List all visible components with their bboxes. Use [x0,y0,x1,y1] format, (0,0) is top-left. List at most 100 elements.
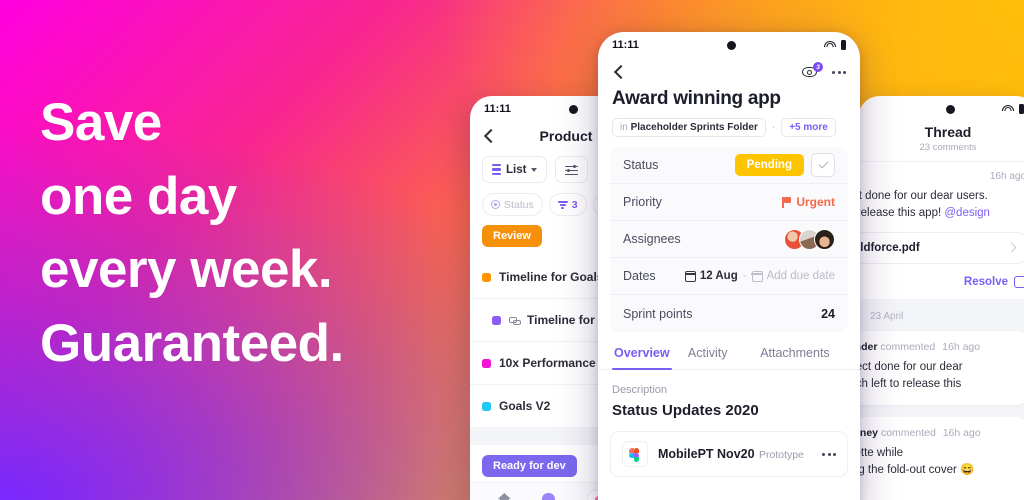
chevron-left-icon[interactable] [482,129,496,143]
breadcrumb-folder[interactable]: in Placeholder Sprints Folder [612,118,766,137]
funnel-icon [557,200,568,209]
comment-timestamp: 16h ago [942,340,981,353]
thread-title: Thread [924,124,972,140]
status-time: 11:11 [484,103,511,115]
comment-action: commented [880,340,936,353]
battery-icon [1019,104,1024,114]
breadcrumb-more-button[interactable]: +5 more [781,118,836,137]
attachment-card[interactable]: buildforce.pdf [858,231,1024,264]
resolve-label: Resolve [963,275,1008,288]
flag-icon [782,196,791,208]
home-icon[interactable] [497,493,511,500]
thread-header: Thread 23 comments [858,122,1024,161]
headline-line-3: every week. [40,240,333,300]
list-view-icon [492,163,501,176]
task-detail-card: Status Pending Priority Urgent Assignees [610,147,848,332]
tab-overview[interactable]: Overview [612,342,672,370]
status-square-icon [482,272,491,282]
mention-link[interactable]: @design [944,207,990,219]
promo-banner: Save one day every week. Guaranteed. 11:… [0,0,1024,500]
page-title: Save one day every week. Guaranteed. [40,95,344,371]
filter-chip-status[interactable]: Status [482,193,543,216]
row-dates: Dates 12 Aug - Add due date [610,258,848,295]
add-reaction-icon[interactable]: ☺+ [858,487,1015,499]
comment-line-2: hing the fold-out cover 😄 [858,464,975,477]
tab-activity[interactable]: Activity [672,342,744,369]
priority-value[interactable]: Urgent [782,195,835,209]
avatar [814,228,835,250]
comment-line-1: ssette while [858,447,904,459]
message-line-1: ject done for our dear users. [858,190,988,202]
more-horizontal-icon[interactable] [822,452,836,456]
attachment-meta: MobilePT Nov20 Prototype [658,445,812,463]
date-dash: - [742,270,747,282]
calendar-icon [751,270,763,282]
battery-icon [841,40,846,50]
filter-chip-label: Status [504,198,534,211]
comment-item[interactable]: xander commented 16h ago roject done for… [858,330,1024,405]
group-tag-ready-for-dev[interactable]: Ready for dev [482,455,577,477]
thread-comment-count: 23 comments [919,142,977,153]
attachment-name: MobilePT Nov20 [658,447,755,461]
notifications-icon[interactable] [542,493,556,500]
list-item-label: Goals V2 [499,399,551,413]
checkmark-icon[interactable] [811,153,835,177]
row-label: Priority [623,195,662,209]
resolve-button[interactable]: Resolve [963,275,1024,288]
message-body: ject done for our dear users. to release… [858,188,1024,223]
breadcrumb-folder-name: Placeholder Sprints Folder [630,122,758,133]
description-label: Description [612,384,668,396]
add-due-date-button[interactable]: Add due date [751,270,835,282]
comment-action: commented [880,427,936,439]
eye-watchers-icon[interactable]: 3 [802,62,823,80]
more-horizontal-icon[interactable] [832,70,846,74]
camera-dot-icon [898,104,1002,114]
message-timestamp: 16h ago [989,171,1024,182]
tab-attachments[interactable]: Attachments [744,342,846,369]
description-title: Status Updates 2020 [612,402,759,419]
list-view-button[interactable]: List [482,156,548,183]
comment-line-2: nuch left to release this [858,377,962,390]
attachment-card[interactable]: MobilePT Nov20 Prototype [610,431,848,477]
comment-timestamp: 16h ago [942,427,981,439]
view-settings-button[interactable] [555,156,589,183]
center-nav-actions: 3 [802,62,846,80]
comment-author: Kinney [858,427,879,439]
sprint-points-value[interactable]: 24 [821,307,835,321]
group-tag-review[interactable]: Review [482,225,542,247]
sliders-icon [565,164,579,176]
assignee-avatars[interactable] [784,228,835,250]
status-icons [1002,104,1024,114]
gear-icon [491,200,500,209]
link-icon [509,315,521,325]
status-icons [824,40,846,50]
add-due-date-label: Add due date [766,270,835,282]
comment-item[interactable]: Kinney commented 16h ago ssette while hi… [858,417,1024,500]
filter-chip-label: 3 [571,198,578,211]
center-nav-bar: 3 [598,58,860,84]
status-square-icon [482,401,491,411]
breadcrumb: in Placeholder Sprints Folder · +5 more [598,110,860,147]
chevron-right-icon [1006,242,1017,253]
watchers-count-badge: 3 [813,62,823,72]
breadcrumb-in-word: in [620,122,628,133]
status-badge[interactable]: Pending [734,154,804,176]
wifi-icon [1002,104,1014,114]
start-date[interactable]: 12 Aug [684,270,738,282]
status-square-icon [482,358,491,368]
right-phone-mockup: Thread 23 comments 16h ago ject done for… [858,96,1024,500]
row-assignees: Assignees [610,221,848,258]
row-label: Status [623,158,659,172]
checkbox-icon [1014,275,1024,288]
right-status-bar [858,96,1024,122]
headline-line-2: one day [40,166,237,226]
camera-dot-icon [639,40,824,50]
filter-chip-count[interactable]: 3 [548,193,587,216]
chevron-left-icon[interactable] [612,65,626,79]
thread-comment-list: 23 April xander commented 16h ago roject… [858,298,1024,500]
message-line-2: to release this app! [858,207,942,220]
message-actions: ne Resolve [858,264,1024,299]
center-phone-mockup: 11:11 3 Award winning app in Placeholder… [598,32,860,500]
start-date-label: 12 Aug [699,270,738,282]
wifi-icon [824,40,836,50]
